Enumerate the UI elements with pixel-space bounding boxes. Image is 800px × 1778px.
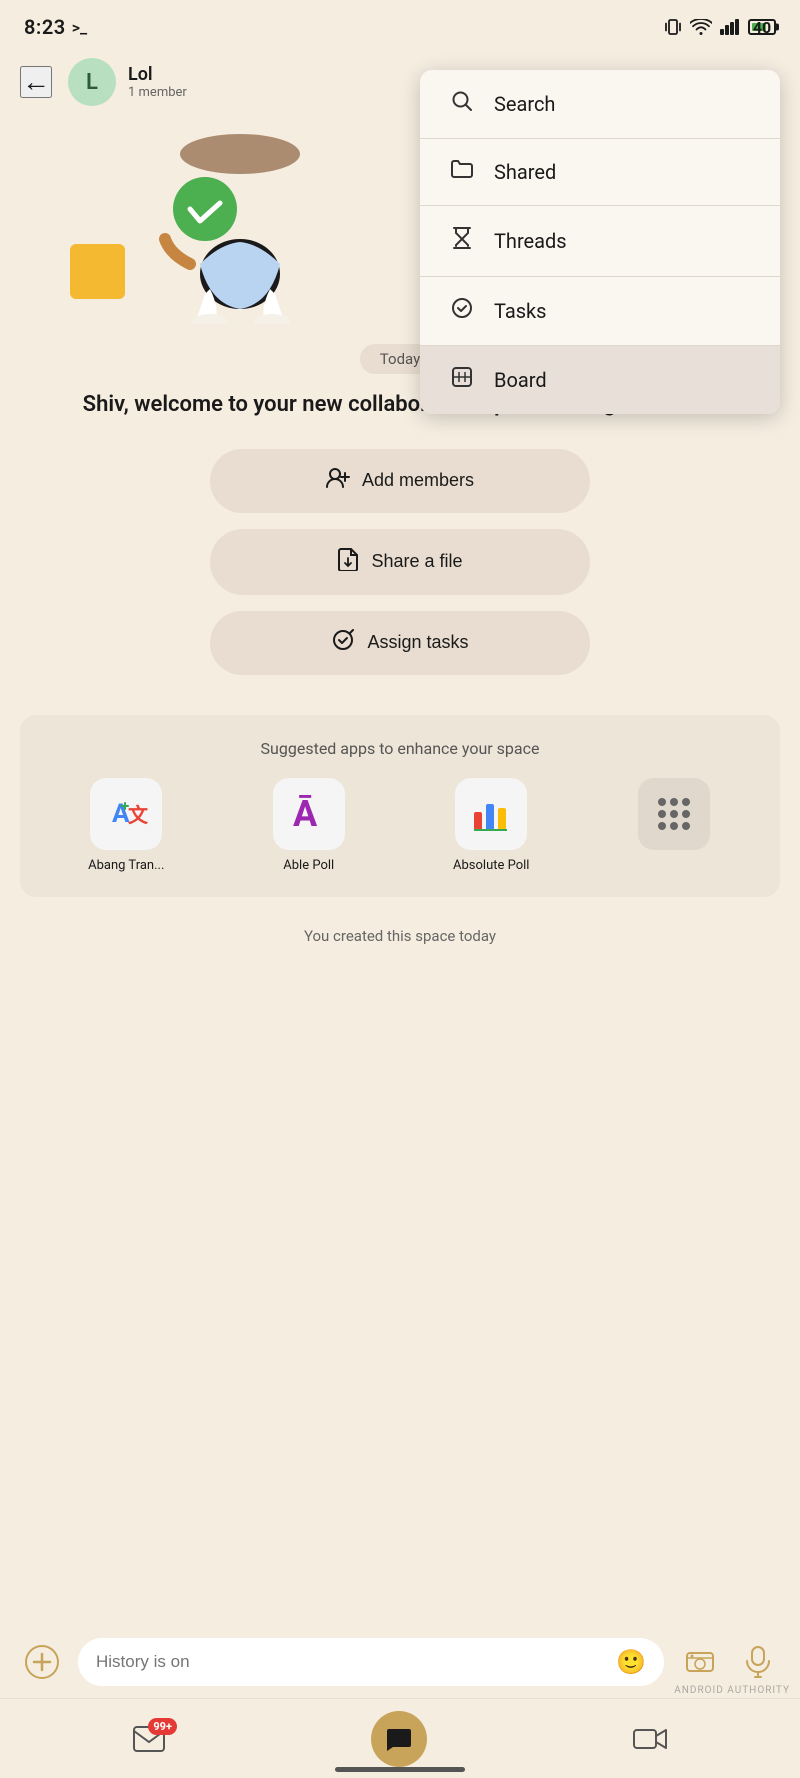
absolute-poll-icon — [455, 778, 527, 850]
nav-video[interactable] — [633, 1727, 667, 1751]
add-members-label: Add members — [362, 470, 474, 491]
add-person-icon — [326, 467, 350, 495]
able-poll-icon: Ā — [273, 778, 345, 850]
apps-row: A 文 Abang Tran... Ā Able Poll — [40, 778, 760, 873]
wifi-icon — [690, 19, 712, 35]
share-file-button[interactable]: Share a file — [210, 529, 590, 595]
share-file-label: Share a file — [371, 551, 462, 572]
avatar: L — [68, 58, 116, 106]
mail-badge: 99+ — [148, 1718, 177, 1735]
tasks-icon — [448, 297, 476, 325]
app-able-poll[interactable]: Ā Able Poll — [223, 778, 396, 873]
message-input-wrapper: 🙂 — [78, 1638, 664, 1686]
app-more[interactable] — [588, 778, 761, 873]
media-button[interactable] — [678, 1640, 722, 1684]
search-label: Search — [494, 92, 555, 116]
chat-icon — [385, 1725, 413, 1753]
more-apps-icon — [638, 778, 710, 850]
header-info: Lol 1 member — [128, 64, 187, 100]
dropdown-shared[interactable]: Shared — [420, 139, 780, 205]
message-input[interactable] — [96, 1652, 606, 1672]
nav-chat[interactable] — [371, 1711, 427, 1767]
action-buttons: Add members Share a file Assign tasks — [0, 449, 800, 675]
dropdown-search[interactable]: Search — [420, 70, 780, 138]
status-icons: 40 — [664, 17, 776, 37]
abang-icon: A 文 — [90, 778, 162, 850]
assign-icon — [331, 629, 355, 657]
tasks-label: Tasks — [494, 299, 547, 323]
app-absolute-poll[interactable]: Absolute Poll — [405, 778, 578, 873]
chat-button[interactable] — [371, 1711, 427, 1767]
signal-icon — [720, 19, 740, 35]
svg-text:Ā: Ā — [293, 793, 318, 835]
created-label: You created this space today — [0, 927, 800, 945]
prompt-icon: >_ — [72, 18, 87, 37]
hourglass-icon — [448, 226, 476, 256]
absolute-poll-name: Absolute Poll — [453, 858, 529, 873]
assign-tasks-button[interactable]: Assign tasks — [210, 611, 590, 675]
nav-mail[interactable]: 99+ — [133, 1726, 165, 1752]
vibrate-icon — [664, 17, 682, 37]
dropdown-board[interactable]: Board — [420, 346, 780, 414]
assign-tasks-label: Assign tasks — [367, 632, 468, 653]
back-button[interactable]: ← — [20, 66, 52, 98]
bottom-navigation: 99+ — [0, 1698, 800, 1778]
more-dots — [650, 790, 698, 838]
battery-icon: 40 — [748, 19, 776, 35]
watermark: ANDROID AUTHORITY — [674, 1685, 790, 1696]
status-time: 8:23 — [24, 15, 66, 39]
suggested-apps-section: Suggested apps to enhance your space A 文… — [20, 715, 780, 897]
dropdown-threads[interactable]: Threads — [420, 206, 780, 276]
member-count: 1 member — [128, 85, 187, 100]
threads-label: Threads — [494, 229, 567, 253]
add-members-button[interactable]: Add members — [210, 449, 590, 513]
board-label: Board — [494, 368, 547, 392]
status-bar: 8:23 >_ 40 — [0, 0, 800, 50]
folder-icon — [448, 159, 476, 185]
more-apps-name — [672, 858, 675, 873]
file-icon — [337, 547, 359, 577]
suggested-title: Suggested apps to enhance your space — [40, 739, 760, 758]
abang-name: Abang Tran... — [88, 858, 164, 873]
emoji-button[interactable]: 🙂 — [616, 1648, 646, 1676]
group-name: Lol — [128, 64, 187, 85]
dropdown-tasks[interactable]: Tasks — [420, 277, 780, 345]
mic-button[interactable] — [736, 1640, 780, 1684]
app-abang[interactable]: A 文 Abang Tran... — [40, 778, 213, 873]
able-poll-name: Able Poll — [283, 858, 334, 873]
add-attachment-button[interactable] — [20, 1640, 64, 1684]
board-icon — [448, 366, 476, 394]
home-indicator — [335, 1767, 465, 1772]
shared-label: Shared — [494, 160, 556, 184]
illustration-svg — [40, 124, 340, 324]
dropdown-menu: Search Shared Threads Tasks — [420, 70, 780, 414]
video-icon — [633, 1727, 667, 1751]
svg-text:文: 文 — [128, 803, 148, 827]
search-icon — [448, 90, 476, 118]
